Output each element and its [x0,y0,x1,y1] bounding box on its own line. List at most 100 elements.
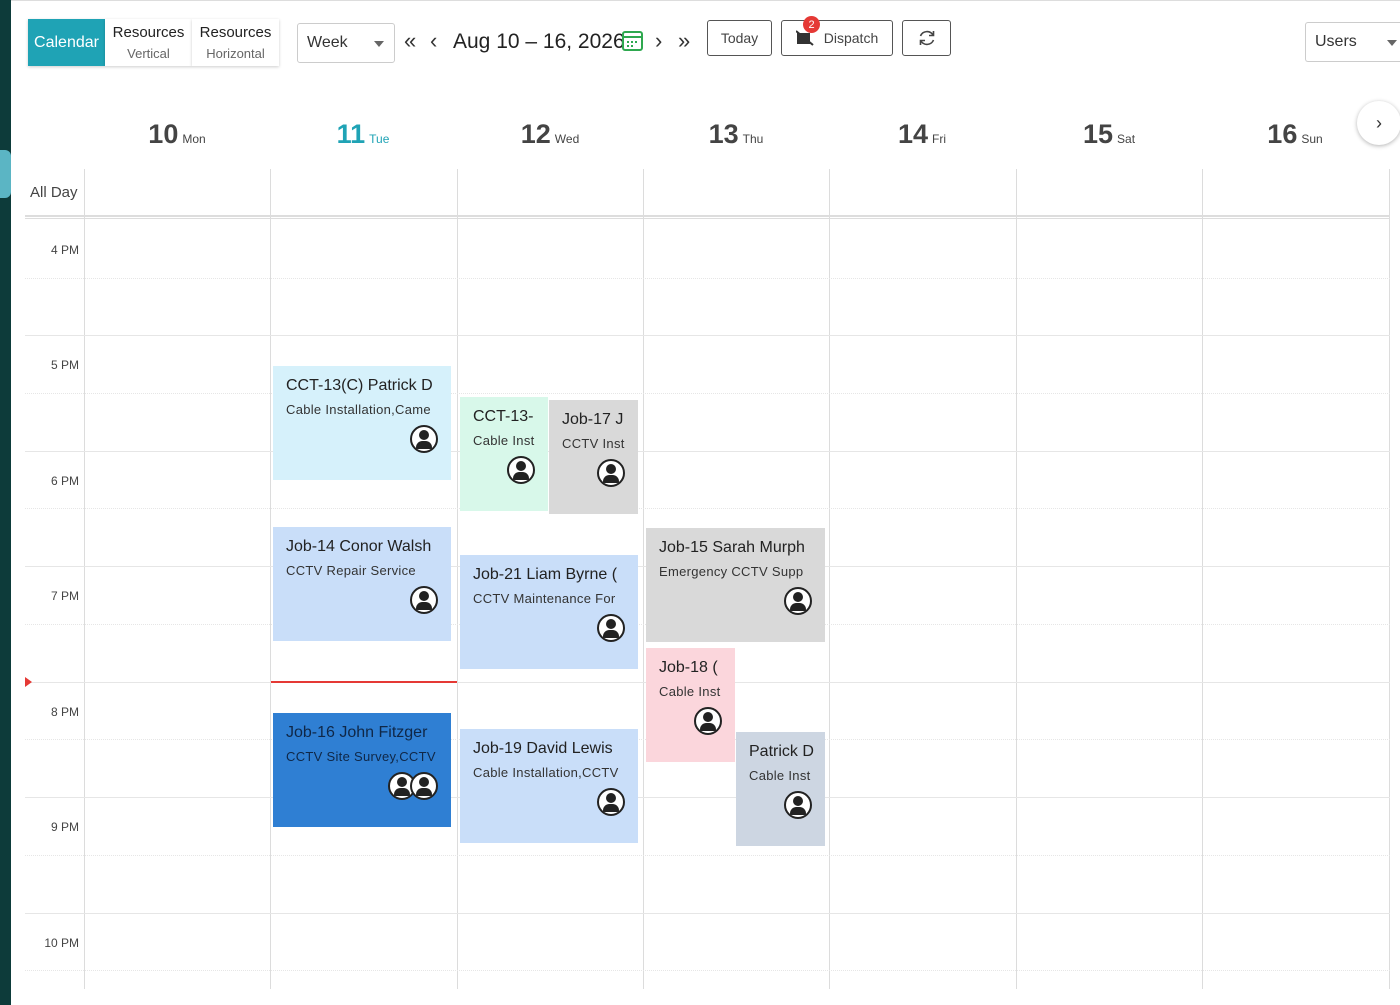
technician-avatar-icon [507,456,535,484]
double-chevron-left-icon[interactable]: « [404,29,416,53]
grid-column-line [457,169,458,989]
calendar-icon[interactable] [622,31,643,51]
view-range-select[interactable]: Week [297,23,395,63]
event-title: Job-17 J [562,411,624,428]
calendar-app: Calendar Resources Vertical Resources Ho… [11,0,1400,1005]
technician-avatar-icon [410,425,438,453]
view-calendar-button[interactable]: Calendar [28,19,105,66]
event-description: CCTV Maintenance For [473,591,616,606]
event-description: Cable Installation,Came [286,402,431,417]
event-assignees [388,772,438,800]
event-title: Job-15 Sarah Murph [659,539,805,556]
date-range-title: Aug 10 – 16, 2026 [453,30,625,53]
hour-line [25,335,1390,336]
event-description: Cable Inst [659,684,721,699]
now-indicator-line [271,681,457,683]
event-description: Cable Inst [749,768,811,783]
day-header-sat[interactable]: 15 Sat [1016,119,1202,150]
event-card[interactable]: Job-16 John Fitzger CCTV Site Survey,CCT… [273,713,451,827]
event-assignees [784,791,812,819]
day-header-fri[interactable]: 14 Fri [829,119,1015,150]
dispatch-button[interactable]: Dispatch [781,20,893,56]
all-day-label: All Day [30,184,78,201]
hour-line [25,797,1390,798]
day-header-tue[interactable]: 11 Tue [270,119,456,150]
time-label: 10 PM [44,936,79,950]
grid-column-line [1016,169,1017,989]
time-label: 5 PM [50,358,79,372]
event-card[interactable]: Patrick D Cable Inst [736,732,825,846]
hour-line [25,451,1390,452]
day-of-week: Wed [554,132,580,146]
next-week-button[interactable]: › [1357,101,1400,145]
event-title: Job-16 John Fitzger [286,724,428,741]
technician-avatar-icon [694,707,722,735]
half-hour-line [25,855,1390,856]
event-assignees [410,425,438,453]
toolbar: Calendar Resources Vertical Resources Ho… [11,1,1400,81]
technician-avatar-icon [410,586,438,614]
time-label: 8 PM [50,705,79,719]
dispatch-count-badge: 2 [803,16,820,33]
half-hour-line [25,393,1390,394]
hour-line [25,913,1390,914]
technician-avatar-icon [410,772,438,800]
technician-avatar-icon [597,614,625,642]
chevron-right-icon: › [1376,112,1382,133]
double-chevron-right-icon[interactable]: » [678,29,690,53]
half-hour-line [25,508,1390,509]
view-resources-vertical-button[interactable]: Resources Vertical [105,19,192,66]
day-number: 10 [148,119,179,149]
event-description: Cable Inst [473,433,535,448]
event-card[interactable]: Job-14 Conor Walsh CCTV Repair Service [273,527,451,641]
day-of-week: Mon [182,132,206,146]
grid-column-line [84,169,85,989]
event-description: CCTV Repair Service [286,563,416,578]
day-of-week: Fri [932,132,947,146]
view-range-value: Week [307,34,348,51]
event-card[interactable]: Job-17 J CCTV Inst [549,400,638,514]
view-calendar-label: Calendar [34,33,99,51]
today-label: Today [720,30,759,46]
day-of-week: Sat [1117,132,1136,146]
day-of-week: Tue [369,132,390,146]
day-header-mon[interactable]: 10 Mon [84,119,270,150]
event-card[interactable]: Job-18 ( Cable Inst [646,648,735,762]
event-card[interactable]: Job-21 Liam Byrne ( CCTV Maintenance For [460,555,638,669]
day-number: 14 [897,119,929,149]
event-title: Patrick D [749,743,814,760]
half-hour-line [25,278,1390,279]
event-card[interactable]: CCT-13- Cable Inst [460,397,548,511]
chevron-down-icon [1387,40,1397,46]
grid-column-line [270,169,271,989]
refresh-button[interactable] [902,20,951,56]
event-assignees [784,587,812,615]
grid-column-line [829,169,830,989]
event-description: CCTV Site Survey,CCTV [286,749,436,764]
event-assignees [410,586,438,614]
view-sublabel: Vertical [127,46,170,61]
grid-column-line [643,169,644,989]
day-number: 16 [1267,119,1298,149]
view-resources-horizontal-button[interactable]: Resources Horizontal [192,19,279,66]
event-assignees [694,707,722,735]
users-select[interactable]: Users [1305,22,1400,62]
chevron-left-icon[interactable]: ‹ [430,29,437,53]
event-card[interactable]: CCT-13(C) Patrick D Cable Installation,C… [273,366,451,480]
event-title: CCT-13(C) Patrick D [286,377,433,394]
event-card[interactable]: Job-19 David Lewis Cable Installation,CC… [460,729,638,843]
technician-avatar-icon [597,459,625,487]
rail-handle[interactable] [0,150,11,198]
all-day-separator [25,215,1390,219]
users-select-value: Users [1315,33,1357,50]
time-label: 4 PM [50,243,79,257]
today-button[interactable]: Today [707,20,772,56]
event-title: CCT-13- [473,408,534,425]
chevron-down-icon [374,41,384,47]
event-card[interactable]: Job-15 Sarah Murph Emergency CCTV Supp [646,528,825,642]
view-switcher: Calendar Resources Vertical Resources Ho… [28,19,279,66]
chevron-right-icon[interactable]: › [655,29,662,53]
day-header-thu[interactable]: 13 Thu [643,119,829,150]
day-number: 12 [520,119,551,149]
day-header-wed[interactable]: 12 Wed [457,119,643,150]
